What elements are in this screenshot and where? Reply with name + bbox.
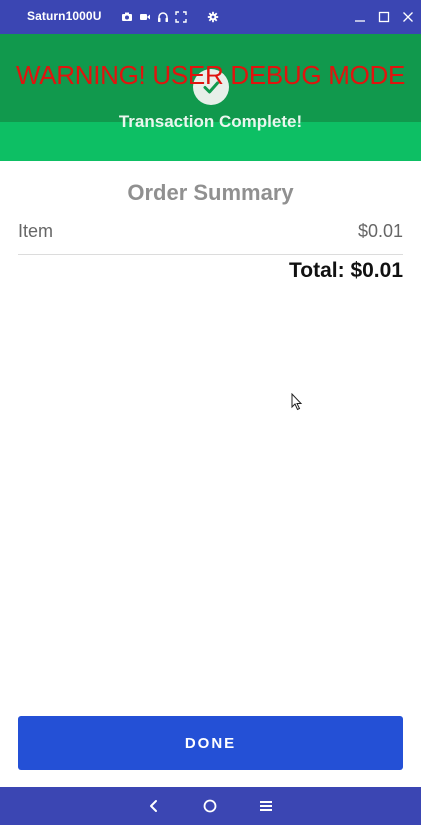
fullscreen-icon[interactable] [174,10,187,23]
app-window: Saturn1000U WARNING! USER DEBUG MODE Tra… [0,0,421,825]
video-icon[interactable] [138,10,151,23]
toolbar [120,10,219,23]
order-total: Total: $0.01 [289,259,403,282]
order-summary-title: Order Summary [127,180,294,205]
gear-icon[interactable] [206,10,219,23]
window-controls [353,10,415,24]
camera-icon[interactable] [120,10,133,23]
minimize-icon[interactable] [353,10,367,24]
item-price: $0.01 [357,221,403,241]
window-title: Saturn1000U [27,9,102,23]
close-icon[interactable] [401,10,415,24]
transaction-status: Transaction Complete! [118,112,303,131]
bottom-nav-bar [0,787,421,825]
debug-warning: WARNING! USER DEBUG MODE [15,60,406,90]
done-button[interactable]: DONE [18,716,403,770]
title-bar: Saturn1000U [0,0,421,34]
back-icon[interactable] [146,798,162,814]
headphones-icon[interactable] [156,10,169,23]
mouse-cursor-icon [291,393,303,411]
maximize-icon[interactable] [377,10,391,24]
home-icon[interactable] [202,798,218,814]
menu-icon[interactable] [258,798,274,814]
list-item: Item $0.01 [18,221,403,242]
item-label: Item [18,221,54,241]
divider [18,254,403,255]
status-banner: WARNING! USER DEBUG MODE Transaction Com… [0,34,421,161]
